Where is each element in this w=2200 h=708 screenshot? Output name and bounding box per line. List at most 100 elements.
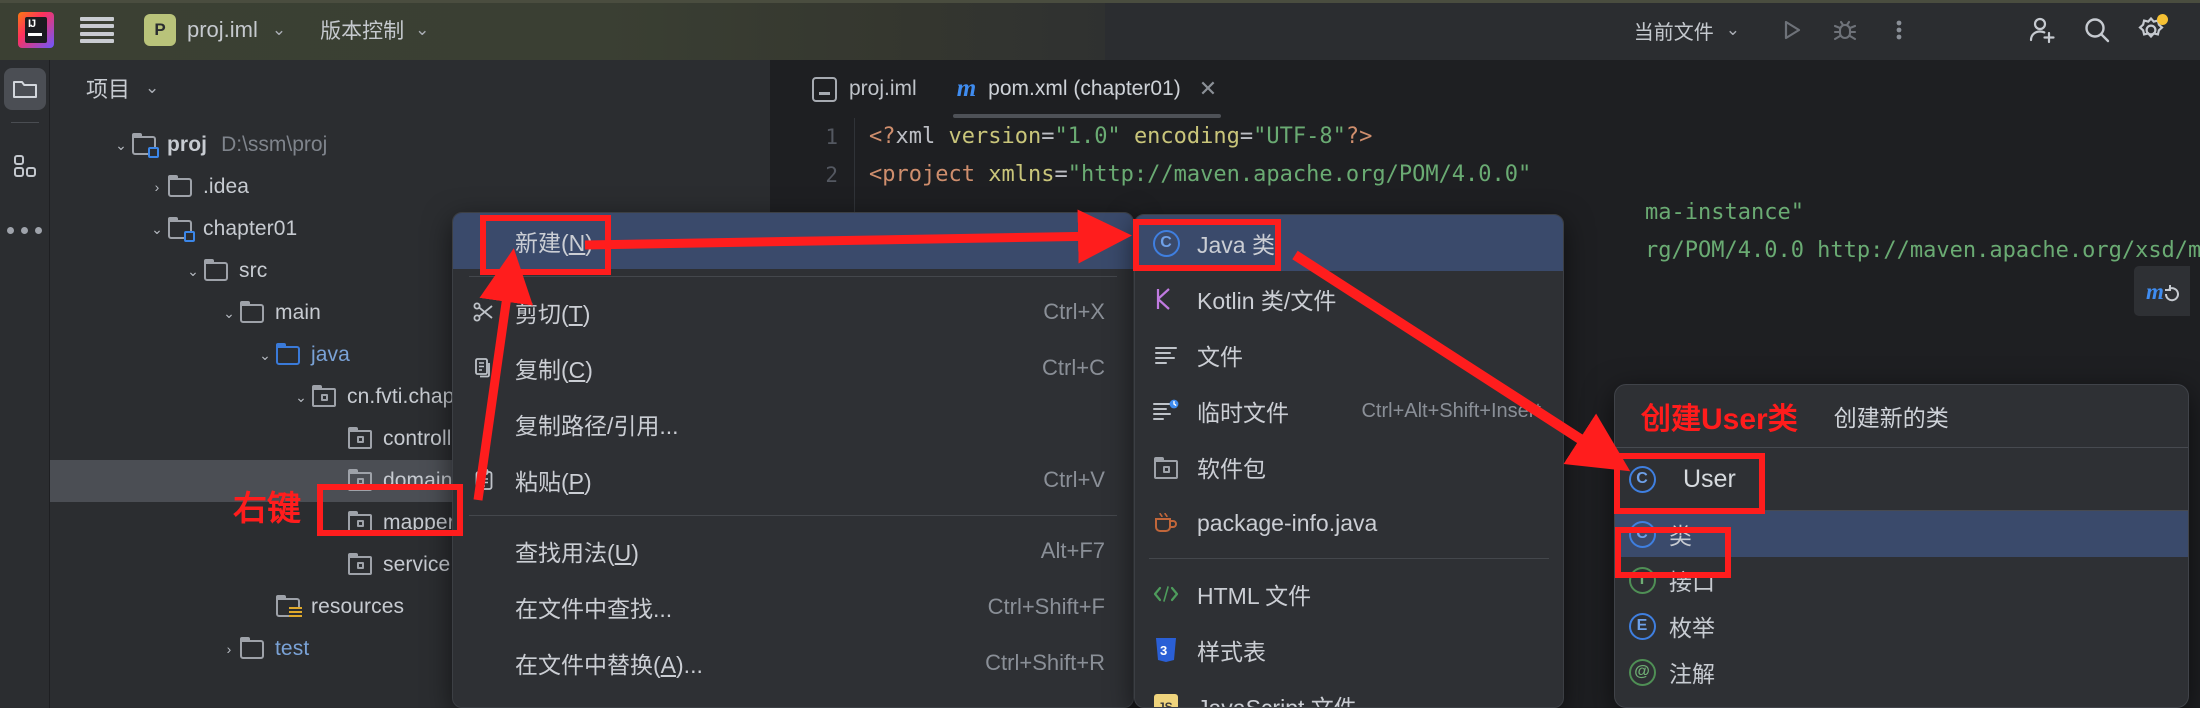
class-name-input[interactable]: C User <box>1615 447 2188 511</box>
class-kind-list: C 类 I 接口 E 枚举 @ 注解 <box>1615 511 2188 695</box>
menu-item-shortcut: Ctrl+X <box>1043 299 1105 324</box>
rail-structure-button[interactable] <box>4 145 46 187</box>
maven-reload-icon[interactable]: m <box>2134 266 2190 316</box>
tree-expand-arrow[interactable]: › <box>254 599 276 615</box>
close-icon[interactable]: ✕ <box>1199 76 1217 102</box>
context-menu-item-在文件中查找[interactable]: 在文件中查找... Ctrl+Shift+F <box>453 579 1133 635</box>
tree-expand-arrow[interactable]: ⌄ <box>110 137 132 154</box>
hamburger-menu-icon[interactable] <box>80 17 114 43</box>
tree-expand-arrow[interactable]: ⌄ <box>218 305 240 322</box>
scratch-file-icon <box>1135 399 1197 423</box>
context-menu-item-在文件中替换A[interactable]: 在文件中替换(A)... Ctrl+Shift+R <box>453 635 1133 691</box>
more-horizontal-icon[interactable] <box>0 227 49 234</box>
menu-item-label: 复制路径/引用... <box>515 413 679 439</box>
code-overflow-a: ma-instance" <box>1645 200 1804 225</box>
submenu-item-packageinfojava[interactable]: package-info.java <box>1135 495 1563 551</box>
scissors-icon <box>453 300 515 324</box>
project-panel-title: 项目 <box>86 77 131 102</box>
editor-tab-pomxml[interactable]: m pom.xml (chapter01) ✕ <box>937 60 1237 118</box>
tree-expand-arrow[interactable]: ⌄ <box>290 389 312 406</box>
class-kind-枚举[interactable]: E 枚举 <box>1615 603 2188 649</box>
context-menu-item-复制路径引用[interactable]: 复制路径/引用... <box>453 396 1133 452</box>
settings-notification-dot <box>2157 14 2168 25</box>
menu-item-shortcut: Ctrl+Shift+F <box>987 594 1105 619</box>
tree-expand-arrow[interactable]: ⌄ <box>146 221 168 238</box>
new-class-popup[interactable]: 创建User类 创建新的类 C User C 类 I 接口 E 枚举 @ 注解 <box>1614 384 2189 708</box>
rail-divider <box>10 122 39 123</box>
menu-item-label: 复制(C) <box>515 357 593 383</box>
tree-expand-arrow[interactable]: › <box>326 557 348 573</box>
tree-expand-arrow[interactable]: ⌄ <box>254 347 276 364</box>
project-selector[interactable]: P proj.iml ⌄ <box>144 14 286 46</box>
submenu-item-文件[interactable]: 文件 <box>1135 327 1563 383</box>
svg-text:3: 3 <box>1160 643 1167 658</box>
tree-node-label: domain <box>383 469 453 492</box>
submenu-item-label: 文件 <box>1197 344 1243 370</box>
context-menu-item-新建N[interactable]: 新建(N) › <box>453 213 1133 269</box>
chevron-down-icon: ⌄ <box>415 20 430 39</box>
gear-icon[interactable] <box>2124 5 2178 55</box>
tree-node-proj[interactable]: ⌄ proj D:\ssm\proj <box>50 124 770 166</box>
javascript-icon: JS <box>1135 693 1197 708</box>
java-coffee-icon <box>1135 511 1197 535</box>
interface-icon: I <box>1615 566 1669 594</box>
editor-tab-label: proj.iml <box>849 77 917 100</box>
code-line: <project xmlns="http://maven.apache.org/… <box>869 162 1532 187</box>
tree-expand-arrow[interactable]: › <box>218 641 240 657</box>
tree-expand-arrow[interactable]: › <box>326 473 348 489</box>
more-vertical-icon[interactable] <box>1872 5 1926 55</box>
submenu-item-软件包[interactable]: 软件包 <box>1135 439 1563 495</box>
class-kind-label: 枚举 <box>1669 615 1715 641</box>
file-icon <box>1135 344 1197 366</box>
source-folder-icon <box>276 343 302 366</box>
tree-node-label: java <box>311 343 350 366</box>
context-menu-item-查找用法U[interactable]: 查找用法(U) Alt+F7 <box>453 523 1133 579</box>
tree-expand-arrow[interactable]: › <box>326 515 348 531</box>
class-kind-label: 类 <box>1669 523 1692 549</box>
search-icon[interactable] <box>2070 5 2124 55</box>
editor-tab-projiml[interactable]: proj.iml <box>792 60 937 118</box>
debug-bug-icon[interactable] <box>1818 5 1872 55</box>
rail-project-button[interactable] <box>3 68 46 110</box>
run-configuration-selector[interactable]: 当前文件 ⌄ <box>1634 16 1740 45</box>
class-kind-注解[interactable]: @ 注解 <box>1615 649 2188 695</box>
add-account-icon[interactable] <box>2016 5 2070 55</box>
chevron-down-icon: ⌄ <box>271 20 287 39</box>
submenu-item-label: Kotlin 类/文件 <box>1197 288 1337 314</box>
tree-node-idea[interactable]: › .idea <box>50 166 770 208</box>
package-icon <box>312 385 338 408</box>
menu-separator <box>1149 558 1549 559</box>
tree-expand-arrow[interactable]: ⌄ <box>182 263 204 280</box>
run-play-icon[interactable] <box>1764 5 1818 55</box>
context-menu[interactable]: 新建(N) › 剪切(T) Ctrl+X 复制(C) Ctrl+C 复制路径/引用... 粘贴… <box>452 212 1134 708</box>
chevron-down-icon: ⌄ <box>145 78 160 97</box>
context-menu-item-复制C[interactable]: 复制(C) Ctrl+C <box>453 340 1133 396</box>
copy-icon <box>453 356 515 380</box>
svg-text:JS: JS <box>1158 700 1173 708</box>
tree-node-label: resources <box>311 595 405 618</box>
submenu-item-临时文件[interactable]: 临时文件 Ctrl+Alt+Shift+Insert <box>1135 383 1563 439</box>
submenu-item-JavaScript文件[interactable]: JS JavaScript 文件 <box>1135 678 1563 708</box>
project-name-label: proj.iml <box>187 17 258 42</box>
class-kind-类[interactable]: C类 <box>1615 511 2188 557</box>
context-menu-item-粘贴P[interactable]: 粘贴(P) Ctrl+V <box>453 452 1133 508</box>
tree-expand-arrow[interactable]: › <box>326 431 348 447</box>
tree-expand-arrow[interactable]: › <box>146 179 168 195</box>
menu-item-label: 分析(Z) <box>515 702 1097 707</box>
enum-icon: E <box>1615 612 1669 640</box>
tree-node-label: .idea <box>203 175 250 198</box>
version-control-menu[interactable]: 版本控制 ⌄ <box>320 15 429 45</box>
code-overflow-b: rg/POM/4.0.0 http://maven.apache.org/xsd… <box>1645 238 2200 263</box>
context-menu-item-剪切T[interactable]: 剪切(T) Ctrl+X <box>453 284 1133 340</box>
kotlin-icon <box>1135 286 1197 312</box>
class-kind-接口[interactable]: I 接口 <box>1615 557 2188 603</box>
context-menu-item-分析Z[interactable]: 分析(Z)› <box>453 691 1133 707</box>
run-configuration-label: 当前文件 <box>1633 21 1714 44</box>
submenu-item-HTML文件[interactable]: HTML 文件 <box>1135 566 1563 622</box>
submenu-item-Java类[interactable]: C Java 类 <box>1135 215 1563 271</box>
submenu-item-label: Java 类 <box>1197 232 1275 258</box>
submenu-item-Kotlin类文件[interactable]: Kotlin 类/文件 <box>1135 271 1563 327</box>
new-submenu[interactable]: C Java 类 Kotlin 类/文件 文件临时文件 Ctrl+Alt+Shift+I… <box>1134 214 1564 708</box>
module-folder-icon <box>132 133 159 158</box>
submenu-item-样式表[interactable]: 3 样式表 <box>1135 622 1563 678</box>
